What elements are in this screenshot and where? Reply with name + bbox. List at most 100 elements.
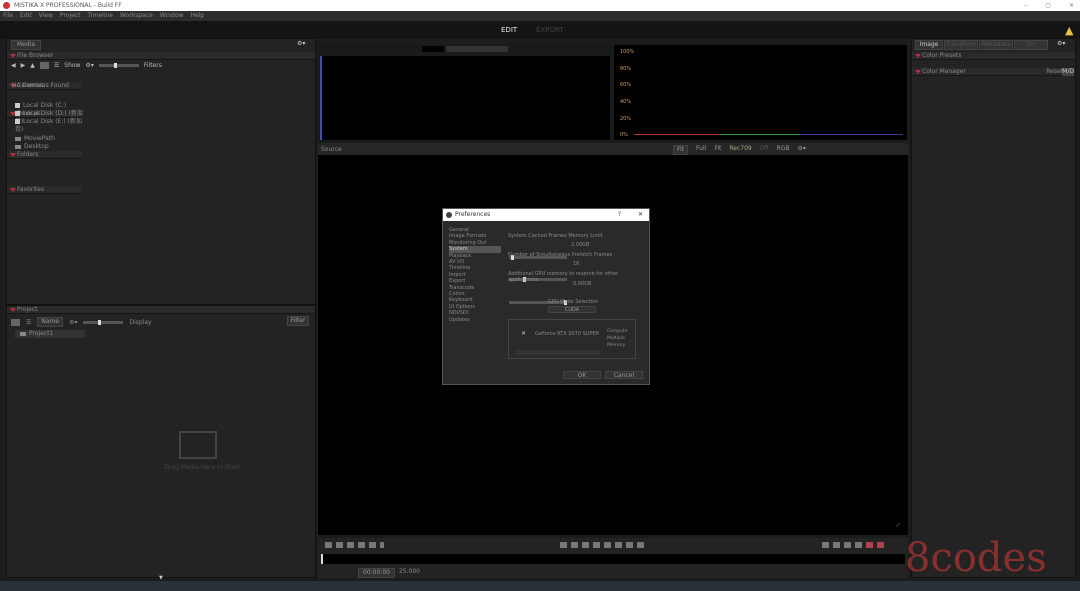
next-frame-icon[interactable] bbox=[626, 542, 633, 548]
forward-icon[interactable]: ▶ bbox=[21, 62, 26, 69]
tab-image[interactable]: Image bbox=[915, 40, 943, 50]
menu-project[interactable]: Project bbox=[60, 11, 81, 21]
prev-frame-icon[interactable] bbox=[571, 542, 578, 548]
folders-header[interactable]: Folders bbox=[7, 151, 82, 159]
compare-icon[interactable] bbox=[347, 542, 354, 548]
preferences-dialog: Preferences? ✕ General Image Formats Monito… bbox=[442, 208, 650, 385]
thumb-size-slider[interactable] bbox=[98, 63, 139, 68]
menu-edit[interactable]: Edit bbox=[20, 11, 32, 21]
menu-window[interactable]: Window bbox=[160, 11, 184, 21]
camera-icon[interactable] bbox=[325, 542, 332, 548]
output-icon[interactable] bbox=[877, 542, 884, 548]
record-icon[interactable] bbox=[866, 542, 873, 548]
flag-icon[interactable] bbox=[380, 542, 384, 548]
red-trace bbox=[634, 134, 720, 135]
app-logo-icon bbox=[3, 2, 10, 9]
filter-dropdown[interactable]: Filter bbox=[287, 316, 309, 326]
cancel-button[interactable]: Cancel bbox=[605, 371, 643, 379]
tab-etc[interactable]: Etc bbox=[1014, 40, 1048, 50]
go-end-icon[interactable] bbox=[637, 542, 644, 548]
scope-mode-buttons[interactable] bbox=[446, 46, 508, 52]
overlay-dropdown[interactable]: Off bbox=[760, 145, 769, 155]
gpu-mode-dropdown[interactable]: CUDA bbox=[548, 306, 596, 313]
gear-icon[interactable]: ⚙▾ bbox=[1057, 40, 1065, 47]
fast-forward-icon[interactable] bbox=[615, 542, 622, 548]
maximize-button[interactable]: ▢ bbox=[1045, 0, 1051, 11]
help-button[interactable]: ? bbox=[618, 209, 621, 221]
back-icon[interactable]: ◀ bbox=[11, 62, 16, 69]
monitor-icon[interactable] bbox=[822, 542, 829, 548]
green-trace bbox=[720, 134, 800, 135]
sort-dropdown[interactable]: Name bbox=[37, 317, 64, 327]
list-view-icon[interactable]: ☰ bbox=[26, 319, 31, 326]
drag-media-hint: Drag Media Here to Start bbox=[164, 464, 240, 471]
menu-file[interactable]: File bbox=[3, 11, 13, 21]
snapshot-icon[interactable] bbox=[336, 542, 343, 548]
minimize-button[interactable]: – bbox=[1024, 0, 1027, 11]
gear-icon[interactable]: ⚙▾ bbox=[297, 40, 305, 47]
rewind-icon[interactable] bbox=[582, 542, 589, 548]
project-header[interactable]: Project bbox=[7, 306, 315, 314]
folders-list: MoviePath Desktop bbox=[10, 135, 55, 151]
settings-icon[interactable]: ⚙▾ bbox=[69, 319, 77, 326]
prefetch-value: 16 bbox=[573, 261, 580, 267]
thumb-size-slider[interactable] bbox=[83, 319, 124, 325]
device-item[interactable]: Local Disk (D:) (新加卷) bbox=[10, 110, 85, 125]
zoom-dropdown[interactable]: Fit bbox=[673, 145, 689, 155]
aspect-icon[interactable] bbox=[855, 542, 862, 548]
tab-metadata[interactable]: Metadata bbox=[979, 40, 1013, 50]
display-icon[interactable] bbox=[369, 542, 376, 548]
pen-icon[interactable] bbox=[833, 542, 840, 548]
device-item[interactable]: Local Disk (E:) (新加卷) bbox=[10, 118, 85, 133]
project-item[interactable]: Project1 bbox=[15, 330, 85, 338]
cursor-icon: ⟋ bbox=[896, 522, 901, 529]
category-item[interactable]: Updates bbox=[449, 317, 501, 323]
play-reverse-icon[interactable] bbox=[593, 542, 600, 548]
menu-view[interactable]: View bbox=[39, 11, 53, 21]
vectorscope-panel bbox=[318, 44, 612, 140]
list-view-icon[interactable]: ☰ bbox=[54, 62, 59, 69]
color-presets-header[interactable]: Color Presets bbox=[912, 52, 1075, 60]
tab-media[interactable]: Media bbox=[11, 40, 41, 50]
colorspace-dropdown[interactable]: Rec709 bbox=[729, 145, 751, 155]
menu-workspace[interactable]: Workspace bbox=[120, 11, 153, 21]
device-item[interactable]: Local Disk (C:) bbox=[10, 102, 85, 110]
show-dropdown[interactable]: Show bbox=[64, 62, 80, 69]
close-button[interactable]: ✕ bbox=[1069, 0, 1074, 11]
settings-icon[interactable]: ⚙▾ bbox=[85, 62, 93, 69]
remove-gpu-icon[interactable]: ✕ bbox=[521, 330, 526, 337]
md-button[interactable]: M/D bbox=[1062, 68, 1074, 76]
favorites-header[interactable]: Favorites bbox=[7, 186, 82, 194]
blue-trace bbox=[800, 134, 903, 135]
gear-icon[interactable]: ⚙▾ bbox=[798, 145, 806, 155]
menu-help[interactable]: Help bbox=[190, 11, 204, 21]
color-manager-header[interactable]: Color Manager Reset M/D bbox=[912, 68, 1075, 76]
tab-edit[interactable]: EDIT bbox=[501, 26, 517, 34]
folder-item[interactable]: Desktop bbox=[10, 143, 55, 151]
grid-view-icon[interactable] bbox=[39, 62, 49, 69]
gpu-name: GeForce RTX 2070 SUPER bbox=[535, 331, 600, 337]
ok-button[interactable]: OK bbox=[563, 371, 601, 379]
file-browser-header[interactable]: File Browser bbox=[7, 52, 315, 60]
gpu-list-scrollbar[interactable] bbox=[515, 350, 600, 355]
up-icon[interactable]: ▲ bbox=[30, 62, 35, 69]
timecode-field[interactable]: 00:00:00 bbox=[358, 568, 395, 578]
audio-icon[interactable] bbox=[358, 542, 365, 548]
menu-timeline[interactable]: Timeline bbox=[87, 11, 113, 21]
warning-icon[interactable]: ▲ bbox=[1065, 24, 1073, 37]
grid-view-icon[interactable] bbox=[11, 318, 20, 326]
play-icon[interactable] bbox=[604, 542, 611, 548]
menu-bar: File Edit View Project Timeline Workspace Wind… bbox=[0, 11, 1080, 21]
tab-transform[interactable]: Transform bbox=[944, 40, 978, 50]
reset-button[interactable]: Reset bbox=[1046, 68, 1063, 76]
fit-dropdown[interactable]: Fit bbox=[714, 145, 721, 155]
go-start-icon[interactable] bbox=[560, 542, 567, 548]
project-panel: Project ☰ Name ⚙▾ Display Filter Project1 D… bbox=[6, 305, 316, 578]
safe-area-icon[interactable] bbox=[844, 542, 851, 548]
tab-export[interactable]: EXPORT bbox=[536, 26, 564, 34]
timeline-scrubber[interactable] bbox=[321, 554, 905, 564]
channel-dropdown[interactable]: RGB bbox=[777, 145, 790, 155]
folder-item[interactable]: MoviePath bbox=[10, 135, 55, 143]
dialog-close-button[interactable]: ✕ bbox=[638, 209, 643, 221]
resolution-dropdown[interactable]: Full bbox=[696, 145, 706, 155]
